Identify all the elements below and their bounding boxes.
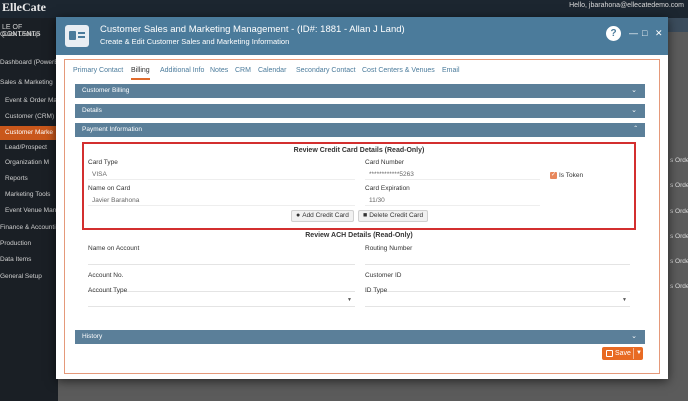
credit-card-details-box: Review Credit Card Details (Read-Only) C… [82, 142, 636, 230]
section-label: Details [82, 107, 102, 114]
sidebar-item[interactable]: Sales & Marketing [0, 76, 58, 90]
sidebar-item[interactable]: Dashboard (PowerBI) [0, 56, 58, 70]
modal-content: Primary Contact Billing Additional Info Not… [64, 59, 660, 374]
modal-header: Customer Sales and Marketing Management … [56, 17, 668, 55]
name-on-account-label: Name on Account [88, 245, 140, 252]
caret-down-icon: ▼ [347, 297, 352, 303]
routing-number-label: Routing Number [365, 245, 413, 252]
plus-circle-icon: ● [296, 212, 301, 219]
is-token-checkbox[interactable]: ✓ [550, 172, 557, 179]
background-list-item: s Order [670, 233, 688, 240]
account-no-field [88, 281, 355, 292]
card-type-label: Card Type [88, 159, 118, 166]
app-logo: ElleCate [2, 0, 46, 14]
section-customer-billing[interactable]: Customer Billing ⌄ [75, 84, 645, 98]
id-type-label: ID Type [365, 287, 388, 294]
card-type-field: VISA [88, 169, 355, 180]
background-list-item: s Order [670, 182, 688, 189]
background-list-item: s Order [670, 157, 688, 164]
sidebar-item[interactable]: Event Venue Mana [0, 204, 58, 218]
card-number-field: ************5263 [365, 169, 540, 180]
card-expiration-label: Card Expiration [365, 185, 410, 192]
background-list-item: s Order [670, 258, 688, 265]
card-number-label: Card Number [365, 159, 405, 166]
tab-notes[interactable]: Notes [210, 64, 228, 80]
tab-billing[interactable]: Billing [131, 64, 150, 80]
card-expiration-field: 11/30 [365, 195, 540, 206]
sidebar-item[interactable]: Data Items [0, 253, 58, 267]
ach-details-area: Review ACH Details (Read-Only) Name on A… [82, 230, 636, 313]
section-label: History [82, 333, 103, 340]
chevron-down-icon: ⌄ [631, 107, 637, 114]
sidebar-item[interactable]: Organization M [0, 156, 58, 170]
app-top-bar: ElleCate Hello, jbarahona@ellecatedemo.c… [0, 0, 688, 18]
tab-crm[interactable]: CRM [235, 64, 251, 80]
section-label: Payment Information [82, 126, 142, 133]
sidebar-item[interactable]: Finance & Accounting [0, 221, 58, 235]
maximize-icon[interactable]: □ [642, 28, 647, 38]
tab-secondary-contact[interactable]: Secondary Contact [296, 64, 356, 80]
app-sidebar: LE OF CONTENTS Quick Lookup Dashboard (Po… [0, 18, 58, 401]
account-type-label: Account Type [88, 287, 128, 294]
account-type-select[interactable]: ▼ [88, 296, 355, 307]
name-on-account-field [88, 254, 355, 265]
customer-sales-modal: Customer Sales and Marketing Management … [56, 17, 668, 379]
credit-card-details-title: Review Credit Card Details (Read-Only) [293, 147, 425, 154]
sidebar-item[interactable]: Quick Lookup [0, 28, 58, 42]
sidebar-item[interactable]: Event & Order Mana [0, 94, 58, 108]
close-icon[interactable]: ✕ [655, 28, 663, 38]
account-no-label: Account No. [88, 272, 124, 279]
tab-email[interactable]: Email [442, 64, 460, 80]
section-details[interactable]: Details ⌄ [75, 104, 645, 118]
modal-subtitle: Create & Edit Customer Sales and Marketi… [100, 37, 290, 46]
floppy-disk-icon [606, 350, 613, 357]
sidebar-item[interactable]: Customer Marke [0, 126, 58, 140]
ach-details-title: Review ACH Details (Read-Only) [305, 232, 413, 239]
minimize-icon[interactable]: — [629, 28, 638, 38]
background-list-item: s Order [670, 208, 688, 215]
name-on-card-field: Javier Barahona [88, 195, 355, 206]
sidebar-item[interactable]: Marketing Tools [0, 188, 58, 202]
delete-credit-card-label: Delete Credit Card [369, 212, 424, 219]
chevron-down-icon: ⌄ [631, 333, 637, 340]
name-on-card-label: Name on Card [88, 185, 131, 192]
help-icon[interactable]: ? [606, 26, 621, 41]
sidebar-item[interactable]: Production [0, 237, 58, 251]
tab-primary-contact[interactable]: Primary Contact [73, 64, 123, 80]
delete-credit-card-button[interactable]: ■ Delete Credit Card [358, 210, 429, 222]
routing-number-field [365, 254, 630, 265]
tab-cost-centers-venues[interactable]: Cost Centers & Venues [362, 64, 435, 80]
chevron-up-icon: ˆ [634, 125, 637, 134]
button-separator [633, 348, 634, 359]
sidebar-item[interactable]: Customer (CRM) [0, 110, 58, 124]
add-credit-card-button[interactable]: ● Add Credit Card [291, 210, 354, 222]
user-greeting[interactable]: Hello, jbarahona@ellecatedemo.com [569, 2, 684, 9]
save-button[interactable]: Save ▼ [602, 347, 643, 360]
section-history[interactable]: History ⌄ [75, 330, 645, 344]
tab-additional-info[interactable]: Additional Info [160, 64, 204, 80]
sidebar-item[interactable]: Lead/Prospect [0, 141, 58, 155]
save-label: Save [615, 350, 631, 357]
customer-id-label: Customer ID [365, 272, 402, 279]
modal-title: Customer Sales and Marketing Management … [100, 24, 405, 35]
is-token-label: Is Token [559, 172, 584, 179]
tab-calendar[interactable]: Calendar [258, 64, 286, 80]
section-payment-information[interactable]: Payment Information ˆ [75, 123, 645, 137]
customer-id-field [365, 281, 630, 292]
sidebar-item[interactable]: Reports [0, 172, 58, 186]
trash-icon: ■ [363, 212, 368, 219]
save-dropdown-caret-icon[interactable]: ▼ [636, 347, 642, 360]
caret-down-icon: ▼ [622, 297, 627, 303]
contact-card-icon [65, 25, 89, 47]
section-label: Customer Billing [82, 87, 130, 94]
chevron-down-icon: ⌄ [631, 87, 637, 94]
add-credit-card-label: Add Credit Card [302, 212, 349, 219]
background-list-item: s Order [670, 283, 688, 290]
id-type-select[interactable]: ▼ [365, 296, 630, 307]
sidebar-item[interactable]: General Setup [0, 270, 58, 284]
